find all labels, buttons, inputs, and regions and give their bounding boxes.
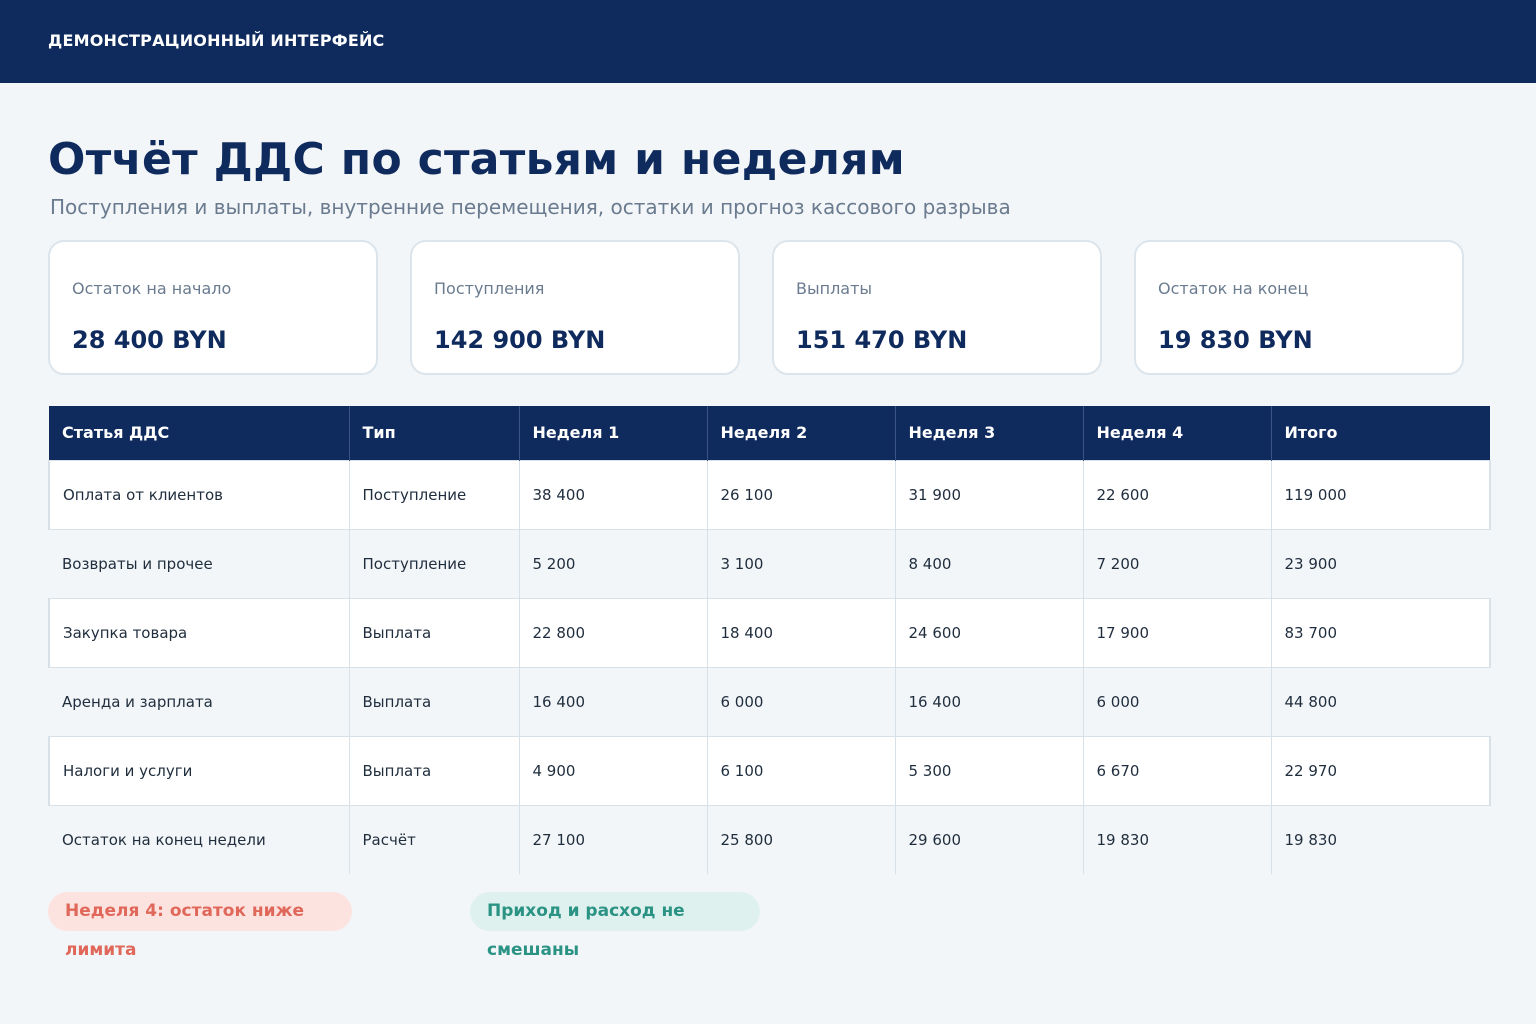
cell-week-3: 16 400: [895, 667, 1084, 736]
top-bar: ДЕМОНСТРАЦИОННЫЙ ИНТЕРФЕЙС: [0, 0, 1536, 83]
table-row[interactable]: Оплата от клиентов Поступление 38 400 26…: [48, 459, 1491, 530]
cell-total: 44 800: [1271, 667, 1490, 736]
column-header-week-1[interactable]: Неделя 1: [519, 406, 708, 460]
cell-article: Оплата от клиентов: [48, 459, 350, 530]
summary-card-receipts: Поступления 142 900 BYN: [410, 240, 740, 375]
cell-week-1: 38 400: [519, 459, 708, 530]
card-label: Остаток на конец: [1158, 279, 1309, 298]
cell-week-2: 18 400: [707, 597, 896, 668]
column-header-type[interactable]: Тип: [349, 406, 520, 460]
cell-week-4: 6 670: [1083, 735, 1272, 806]
cell-week-4: 22 600: [1083, 459, 1272, 530]
column-header-total[interactable]: Итого: [1271, 406, 1490, 460]
cell-week-3: 29 600: [895, 805, 1084, 874]
table-row[interactable]: Налоги и услуги Выплата 4 900 6 100 5 30…: [48, 735, 1491, 806]
cell-week-4: 7 200: [1083, 529, 1272, 598]
table-row[interactable]: Закупка товара Выплата 22 800 18 400 24 …: [48, 597, 1491, 668]
cell-type: Выплата: [349, 667, 520, 736]
cell-week-1: 4 900: [519, 735, 708, 806]
cell-week-1: 16 400: [519, 667, 708, 736]
column-header-week-2[interactable]: Неделя 2: [707, 406, 896, 460]
cell-total: 19 830: [1271, 805, 1490, 874]
table-row[interactable]: Возвраты и прочее Поступление 5 200 3 10…: [49, 529, 1490, 598]
cell-article: Возвраты и прочее: [49, 529, 350, 598]
cell-total: 22 970: [1271, 735, 1491, 806]
cell-week-3: 24 600: [895, 597, 1084, 668]
card-value: 151 470 BYN: [796, 326, 968, 354]
page-title: Отчёт ДДС по статьям и неделям: [48, 134, 906, 185]
summary-card-opening-balance: Остаток на начало 28 400 BYN: [48, 240, 378, 375]
column-header-article[interactable]: Статья ДДС: [49, 406, 350, 460]
table-row-closing-balance[interactable]: Остаток на конец недели Расчёт 27 100 25…: [49, 805, 1490, 874]
cell-week-2: 3 100: [707, 529, 896, 598]
page-subtitle: Поступления и выплаты, внутренние переме…: [50, 195, 1011, 219]
status-badge: Приход и расход не смешаны: [470, 892, 760, 960]
cell-week-2: 6 100: [707, 735, 896, 806]
cell-total: 23 900: [1271, 529, 1490, 598]
cell-type: Поступление: [349, 459, 520, 530]
card-value: 142 900 BYN: [434, 326, 606, 354]
cell-week-2: 26 100: [707, 459, 896, 530]
table-header-row: Статья ДДС Тип Неделя 1 Неделя 2 Неделя …: [49, 406, 1490, 460]
warning-badge: Неделя 4: остаток ниже лимита: [48, 892, 352, 960]
cell-week-1: 5 200: [519, 529, 708, 598]
cell-week-3: 31 900: [895, 459, 1084, 530]
cell-week-1: 27 100: [519, 805, 708, 874]
summary-card-payments: Выплаты 151 470 BYN: [772, 240, 1102, 375]
cell-week-2: 6 000: [707, 667, 896, 736]
cell-type: Поступление: [349, 529, 520, 598]
cell-type: Расчёт: [349, 805, 520, 874]
column-header-week-3[interactable]: Неделя 3: [895, 406, 1084, 460]
cashflow-table: Статья ДДС Тип Неделя 1 Неделя 2 Неделя …: [48, 406, 1491, 874]
cell-article: Налоги и услуги: [48, 735, 350, 806]
cell-week-2: 25 800: [707, 805, 896, 874]
app-title: ДЕМОНСТРАЦИОННЫЙ ИНТЕРФЕЙС: [48, 31, 385, 50]
cell-total: 83 700: [1271, 597, 1491, 668]
cell-article: Закупка товара: [48, 597, 350, 668]
cell-week-4: 17 900: [1083, 597, 1272, 668]
card-label: Остаток на начало: [72, 279, 232, 298]
card-value: 19 830 BYN: [1158, 326, 1313, 354]
column-header-week-4[interactable]: Неделя 4: [1083, 406, 1272, 460]
card-label: Выплаты: [796, 279, 873, 298]
cell-article: Аренда и зарплата: [49, 667, 350, 736]
cell-article: Остаток на конец недели: [49, 805, 350, 874]
card-value: 28 400 BYN: [72, 326, 227, 354]
cell-week-3: 8 400: [895, 529, 1084, 598]
card-label: Поступления: [434, 279, 545, 298]
cell-week-1: 22 800: [519, 597, 708, 668]
summary-card-closing-balance: Остаток на конец 19 830 BYN: [1134, 240, 1464, 375]
cell-week-3: 5 300: [895, 735, 1084, 806]
cell-week-4: 6 000: [1083, 667, 1272, 736]
table-row[interactable]: Аренда и зарплата Выплата 16 400 6 000 1…: [49, 667, 1490, 736]
cell-total: 119 000: [1271, 459, 1491, 530]
cell-type: Выплата: [349, 735, 520, 806]
cell-type: Выплата: [349, 597, 520, 668]
cell-week-4: 19 830: [1083, 805, 1272, 874]
